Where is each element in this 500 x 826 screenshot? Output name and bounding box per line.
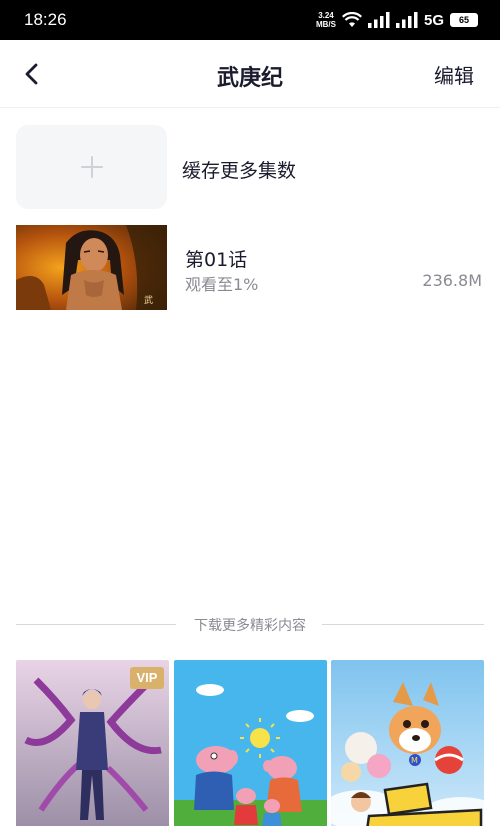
- cache-more-label[interactable]: 缓存更多集数: [182, 156, 296, 183]
- vip-badge: VIP: [130, 667, 164, 689]
- recommendation-card-1[interactable]: VIP: [16, 660, 169, 826]
- plus-icon: [80, 156, 103, 178]
- network-speed-value: 3.24: [318, 11, 334, 20]
- episode-file-size: 236.8M: [422, 271, 482, 290]
- svg-text:武: 武: [144, 294, 153, 306]
- wifi-icon: [342, 12, 362, 27]
- recommendation-card-2[interactable]: [174, 660, 327, 826]
- network-speed: 3.24 MB/S: [316, 11, 336, 29]
- recommendation-card-3[interactable]: M: [331, 660, 484, 826]
- episode-title[interactable]: 第01话: [185, 245, 247, 272]
- recommend-section-label: 下载更多精彩内容: [194, 618, 306, 634]
- network-type: 5G: [423, 11, 444, 29]
- status-indicators: 3.24 MB/S 5G 65: [316, 8, 478, 32]
- battery-icon: 65: [450, 13, 478, 27]
- edit-button[interactable]: 编辑: [434, 60, 474, 89]
- page-title: 武庚纪: [216, 66, 283, 91]
- signal-icon-2: [395, 12, 418, 28]
- signal-icon: [367, 12, 390, 28]
- divider-line-right: [322, 624, 484, 625]
- network-speed-unit: MB/S: [315, 20, 336, 29]
- app-header: 武庚纪 编辑: [0, 40, 500, 108]
- episode-thumbnail[interactable]: 武: [16, 225, 167, 310]
- status-bar: 18:26 3.24 MB/S 5G 65: [0, 0, 500, 40]
- episode-progress: 观看至1%: [185, 275, 259, 294]
- cache-more-button[interactable]: [16, 125, 167, 209]
- svg-text:M: M: [411, 756, 418, 765]
- recommend-divider: 下载更多精彩内容: [16, 615, 484, 635]
- battery-level: 65: [458, 15, 469, 25]
- status-time: 18:26: [24, 10, 67, 29]
